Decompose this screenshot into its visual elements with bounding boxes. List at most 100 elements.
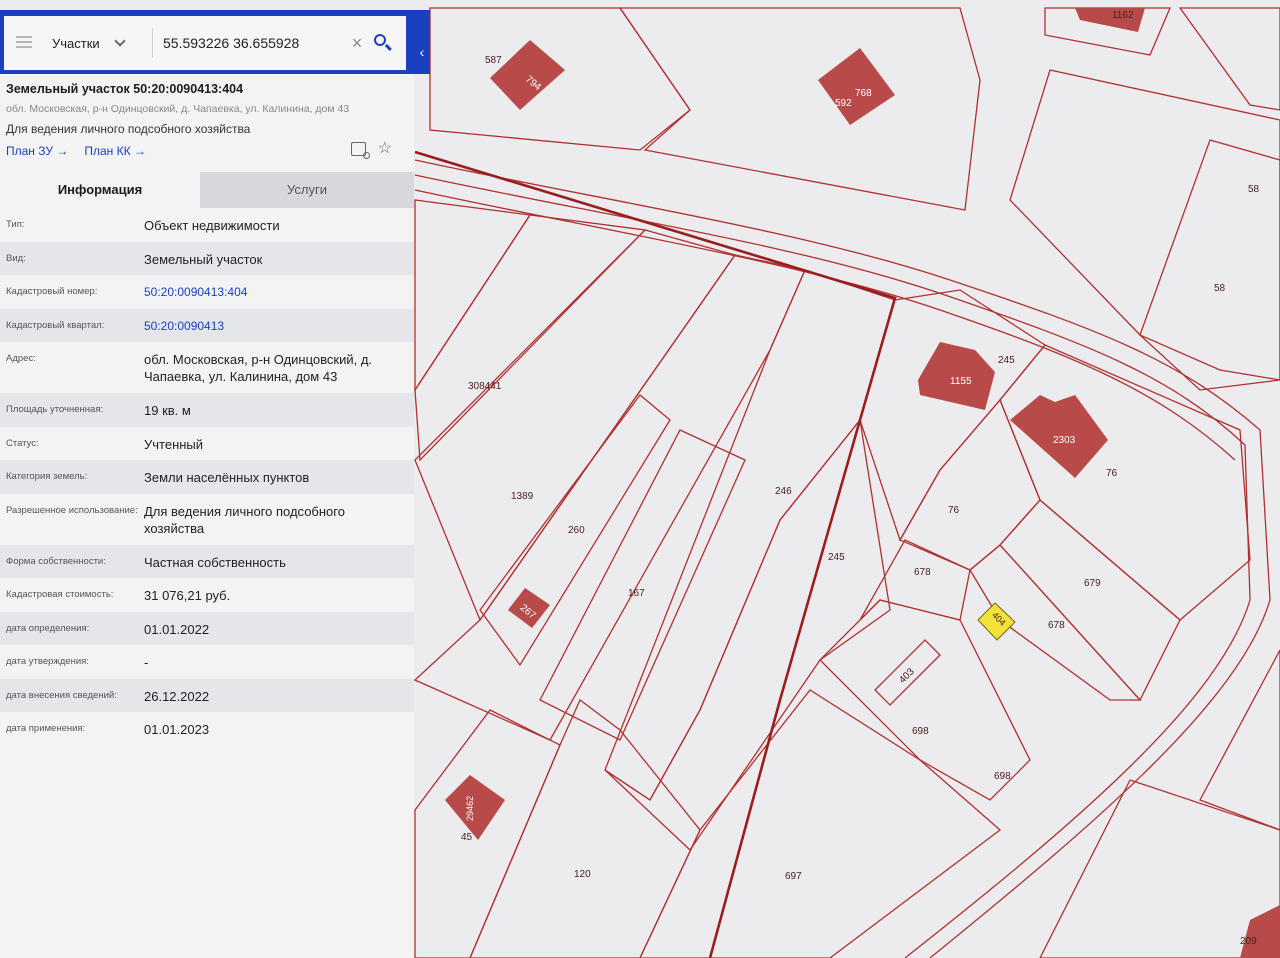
plan-kk-link[interactable]: План КК → (84, 144, 146, 158)
row-key: Статус: (6, 437, 39, 449)
label-245b: 245 (828, 552, 845, 563)
card-tools: ☆ (350, 141, 392, 159)
building-209[interactable] (1240, 905, 1280, 958)
road-edge-3 (414, 189, 1236, 461)
row-value: 19 кв. м (144, 403, 191, 418)
star-icon[interactable]: ☆ (378, 141, 392, 157)
row-value: - (144, 655, 149, 670)
row-key: Форма собственности: (6, 555, 106, 567)
row-value: 26.12.2022 (144, 688, 210, 704)
row-key: дата утверждения: (6, 656, 89, 667)
row-type: Тип: Объект недвижимости (0, 208, 414, 242)
label-698a: 698 (912, 726, 929, 737)
parcel-29462[interactable] (414, 709, 561, 958)
plan-zu-link[interactable]: План ЗУ → (6, 144, 68, 158)
building-794[interactable] (490, 40, 565, 110)
label-308441: 308441 (468, 381, 502, 392)
label-1389: 1389 (511, 491, 534, 502)
search-bar: Участки 55.593226 36.655928 × ‹ (0, 10, 430, 74)
parcel-678-left[interactable] (859, 539, 971, 621)
parcel-58a[interactable] (1009, 69, 1280, 391)
building-1162[interactable] (1075, 8, 1145, 32)
cadastral-number-link[interactable]: 50:20:0090413:404 (144, 284, 414, 301)
row-key: Категория земель: (6, 471, 88, 482)
row-value: Земельный участок (144, 251, 263, 267)
label-698b: 698 (994, 771, 1011, 782)
row-key: Адрес: (6, 353, 36, 364)
label-167: 167 (628, 588, 645, 599)
row-kind: Вид: Земельный участок (0, 241, 414, 275)
parcel-587[interactable] (429, 7, 691, 151)
parcel-title: Земельный участок 50:20:0090413:404 (6, 82, 244, 96)
row-value: Земли населённых пунктов (144, 470, 310, 485)
parcel-76a[interactable] (999, 344, 1251, 621)
app-root: 587 794 592 768 1162 58 58 308441 245 11… (0, 0, 1280, 958)
parcel-697[interactable] (639, 689, 1002, 958)
label-120: 120 (574, 869, 591, 880)
parcel-167[interactable] (539, 429, 746, 741)
parcel-120[interactable] (469, 698, 701, 958)
road-edge-2 (414, 174, 1251, 958)
label-76a: 76 (1106, 468, 1118, 479)
label-58b: 58 (1214, 283, 1226, 294)
building-29462[interactable] (445, 775, 505, 840)
tab-services[interactable]: Услуги (200, 172, 414, 208)
row-key: Вид: (6, 252, 26, 264)
label-678a: 678 (914, 567, 931, 578)
search-document-icon[interactable] (350, 142, 370, 159)
parcel-58b[interactable] (1139, 139, 1280, 381)
row-key: Площадь уточненная: (6, 404, 104, 415)
parcel-209[interactable] (1039, 779, 1280, 958)
label-697: 697 (785, 871, 802, 882)
row-value: Учтенный (144, 436, 204, 452)
label-679: 679 (1084, 578, 1101, 589)
menu-icon[interactable] (16, 36, 38, 50)
label-246: 246 (775, 486, 792, 497)
label-45: 45 (461, 832, 473, 843)
row-key: дата определения: (6, 622, 90, 634)
collapse-panel-chevron-left-icon[interactable]: ‹ (415, 32, 429, 72)
layer-select-label: Участки (52, 35, 100, 51)
building-768[interactable] (818, 48, 895, 125)
layer-select[interactable]: Участки (52, 35, 142, 51)
parcel-address: обл. Московская, р-н Одинцовский, д. Чап… (6, 103, 350, 115)
label-592: 592 (835, 98, 852, 109)
plan-links: План ЗУ → План КК → ☆ (6, 141, 408, 159)
label-587: 587 (485, 55, 502, 66)
parcel-592[interactable] (618, 7, 981, 211)
parcel-top-right[interactable] (1178, 7, 1280, 111)
row-address: Адрес: обл. Московская, р-н Одинцовский, … (0, 342, 414, 393)
row-value: Частная собственность (144, 554, 286, 570)
row-entry-date: дата внесения сведений: 26.12.2022 (0, 678, 414, 712)
row-key: Разрешенное использование: (6, 504, 138, 516)
row-key: Кадастровый квартал: (6, 319, 105, 331)
parcel-679[interactable] (999, 499, 1181, 702)
row-approval-date: дата утверждения: - (0, 645, 414, 679)
parcel-245[interactable] (604, 418, 891, 851)
search-input[interactable]: 55.593226 36.655928 (152, 28, 342, 58)
row-cadastral-number: Кадастровый номер: 50:20:0090413:404 (0, 275, 414, 309)
row-key: дата внесения сведений: (6, 689, 117, 701)
label-245a: 245 (998, 355, 1015, 366)
row-value: 01.01.2023 (144, 722, 210, 737)
label-678b: 678 (1048, 620, 1065, 631)
cadastral-quarter-link[interactable]: 50:20:0090413 (144, 318, 414, 335)
parcel-strip-a[interactable] (414, 214, 647, 462)
label-1155: 1155 (950, 376, 972, 387)
row-application-date: дата применения: 01.01.2023 (0, 712, 414, 746)
label-1162: 1162 (1112, 10, 1134, 21)
parcel-right-edge[interactable] (1199, 649, 1280, 831)
row-value: 31 076,21 руб. (144, 588, 231, 603)
tab-information[interactable]: Информация (0, 172, 200, 208)
close-icon[interactable]: × (348, 33, 366, 54)
label-76b: 76 (948, 505, 960, 516)
row-key: Тип: (6, 219, 25, 230)
label-58a: 58 (1248, 184, 1260, 195)
label-260: 260 (568, 525, 585, 536)
label-403: 403 (897, 666, 917, 686)
parcel-1389[interactable] (413, 254, 806, 741)
search-icon[interactable] (372, 32, 394, 54)
info-table: Тип: Объект недвижимости Вид: Земельный уч… (0, 208, 414, 746)
row-permitted-use: Разрешенное использование: Для ведения ли… (0, 494, 414, 545)
parcel-246[interactable] (604, 269, 896, 801)
